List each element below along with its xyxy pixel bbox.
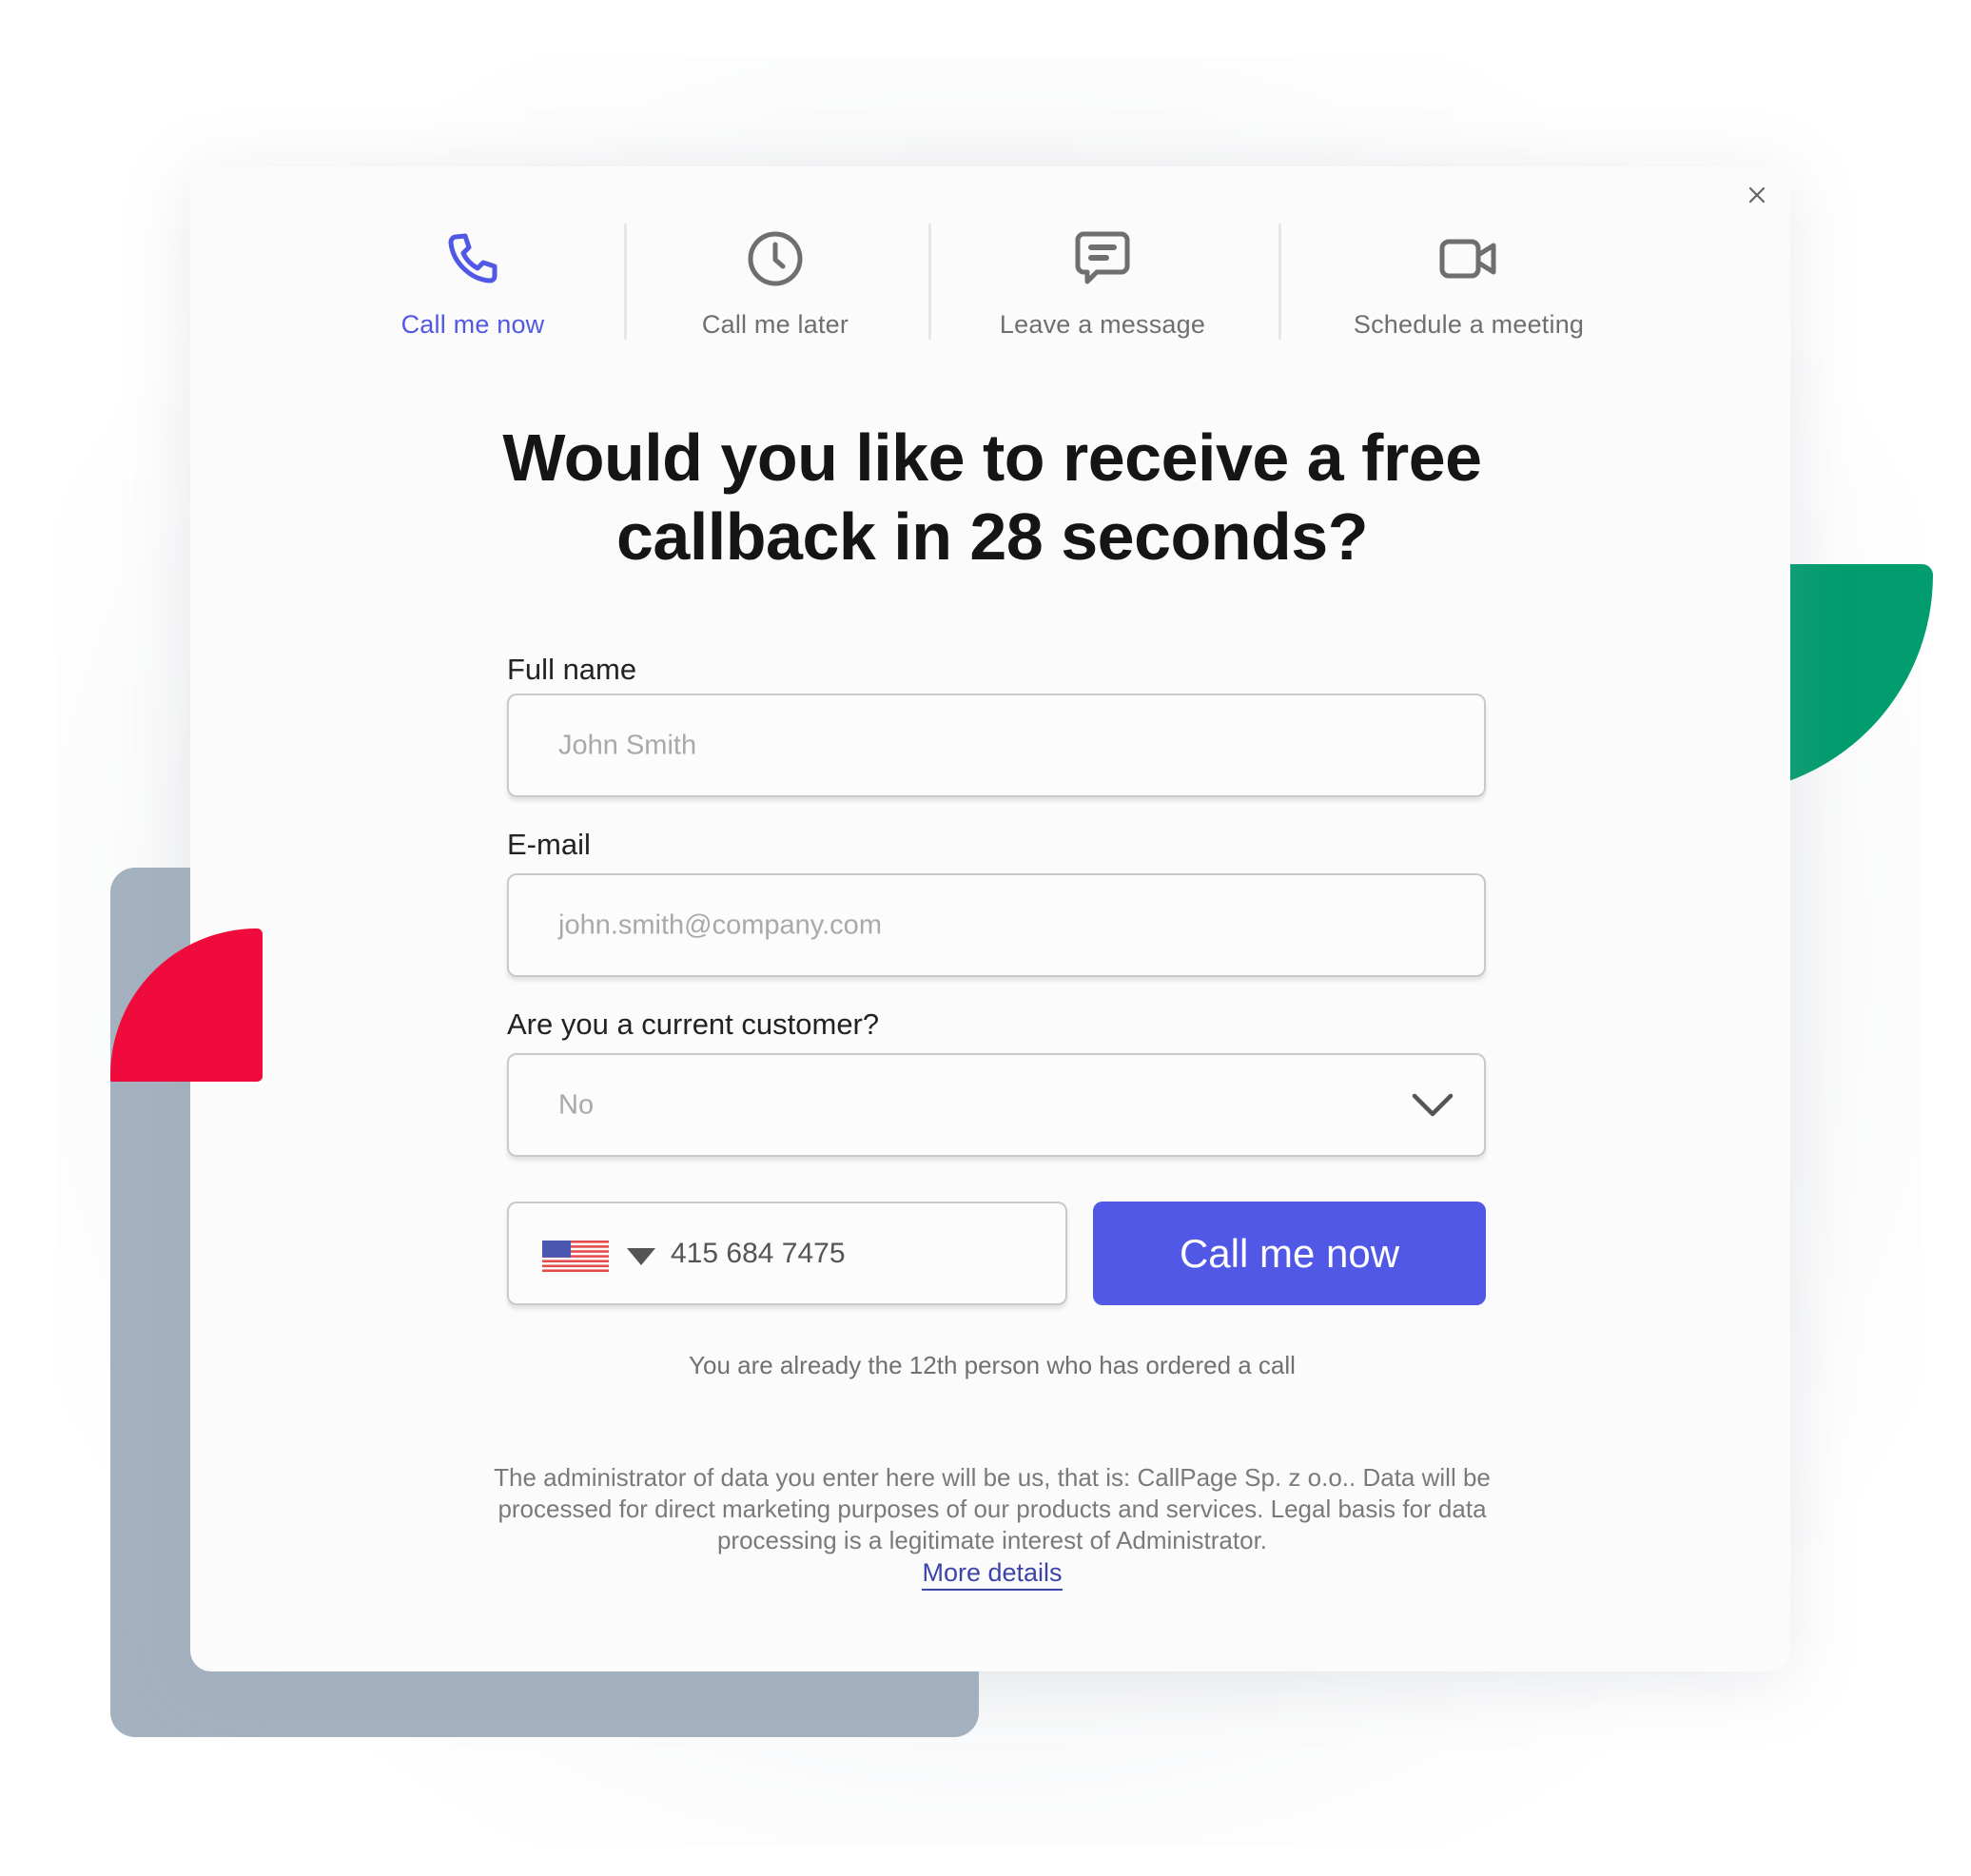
email-field[interactable]: john.smith@company.com [507, 873, 1486, 977]
tab-call-me-later[interactable]: Call me later [623, 219, 927, 347]
clock-icon [748, 231, 803, 286]
tab-label: Schedule a meeting [1353, 310, 1585, 339]
tab-label: Leave a message [999, 310, 1206, 339]
customer-label: Are you a current customer? [507, 1007, 880, 1041]
us-flag-icon[interactable] [542, 1241, 609, 1272]
tab-leave-a-message[interactable]: Leave a message [950, 219, 1255, 347]
phone-number-value: 415 684 7475 [671, 1237, 846, 1269]
tab-label: Call me now [400, 310, 545, 339]
tab-divider [928, 224, 931, 340]
email-placeholder: john.smith@company.com [558, 909, 882, 940]
more-details-link[interactable]: More details [922, 1558, 1063, 1591]
full-name-label: Full name [507, 653, 637, 686]
tab-schedule-a-meeting[interactable]: Schedule a meeting [1317, 219, 1621, 347]
video-icon [1439, 239, 1496, 279]
customer-selected-value: No [558, 1089, 595, 1120]
tab-divider [1278, 224, 1281, 340]
call-me-now-button[interactable]: Call me now [1093, 1202, 1486, 1305]
tab-call-me-now[interactable]: Call me now [321, 219, 625, 347]
more-details-container: More details [381, 1558, 1604, 1591]
title-line-1: Would you like to receive a free [502, 420, 1482, 495]
country-dropdown-caret-icon[interactable] [627, 1248, 655, 1265]
tab-label: Call me later [701, 310, 849, 339]
title-line-2: callback in 28 seconds? [616, 499, 1368, 574]
email-label: E-mail [507, 828, 591, 861]
legal-notice: The administrator of data you enter here… [494, 1463, 1491, 1554]
close-icon [1748, 186, 1766, 204]
page-title: Would you like to receive a free callbac… [381, 419, 1604, 576]
callers-counter-text: You are already the 12th person who has … [689, 1351, 1296, 1379]
customer-select[interactable]: No [507, 1053, 1486, 1157]
full-name-field[interactable]: John Smith [507, 694, 1486, 797]
full-name-placeholder: John Smith [558, 730, 697, 760]
close-button[interactable] [1741, 179, 1773, 211]
message-icon [1075, 231, 1130, 284]
phone-field[interactable]: 415 684 7475 [507, 1202, 1067, 1305]
phone-icon [448, 233, 498, 283]
chevron-down-icon [1412, 1093, 1454, 1116]
